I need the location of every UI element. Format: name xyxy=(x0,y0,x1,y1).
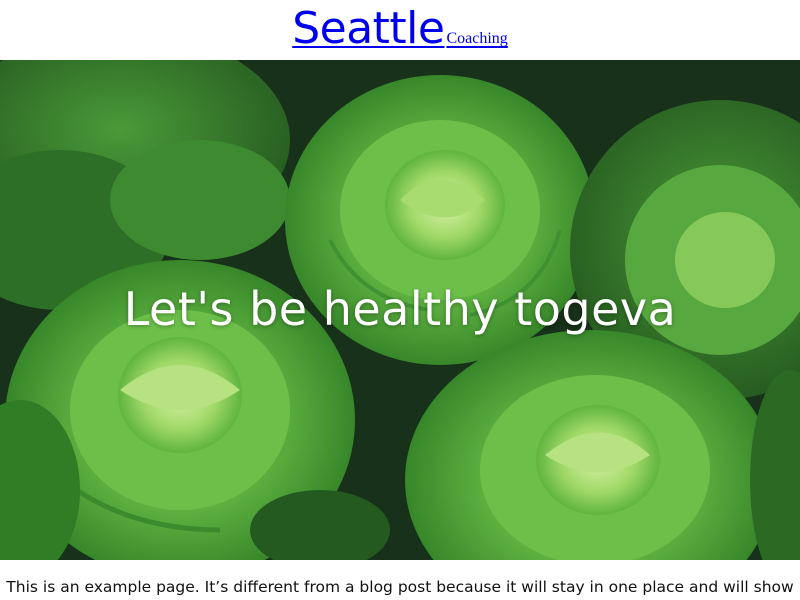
site-title-link[interactable]: Seattle Coaching xyxy=(292,7,508,51)
site-title[interactable]: Seattle xyxy=(292,7,445,51)
site-header: Seattle Coaching xyxy=(0,0,800,60)
hero-title: Let's be healthy togeva xyxy=(123,282,677,336)
hero-banner: Let's be healthy togeva xyxy=(0,60,800,560)
site-tagline[interactable]: Coaching xyxy=(446,31,507,47)
intro-paragraph: This is an example page. It’s different … xyxy=(6,578,794,596)
